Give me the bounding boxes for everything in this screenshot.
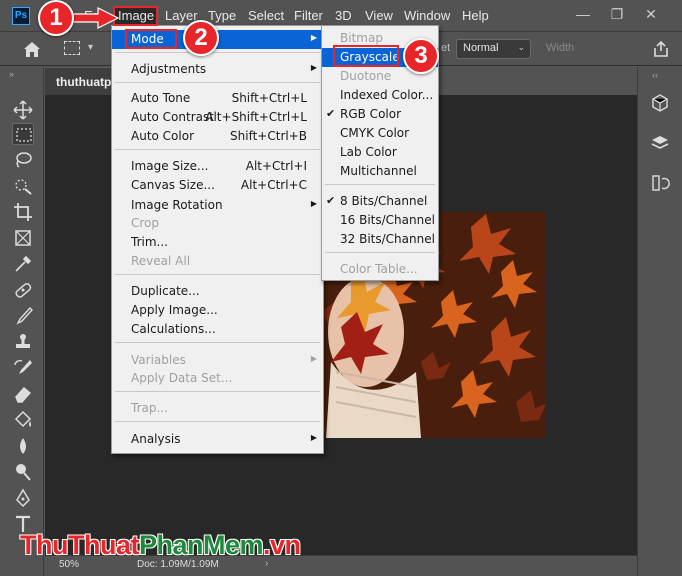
menu-item-canvas-size[interactable]: Canvas Size... Alt+Ctrl+C [112, 176, 323, 195]
step-3-badge: 3 [403, 38, 439, 74]
menu-window[interactable]: Window [404, 8, 450, 23]
menu-item-duplicate[interactable]: Duplicate... [112, 282, 323, 301]
tools-panel: ›› [0, 67, 44, 576]
menu-filter[interactable]: Filter [294, 8, 323, 23]
watermark: ThuThuatPhanMem.vn [20, 530, 301, 561]
chevron-down-icon[interactable]: ▾ [88, 42, 93, 53]
paint-bucket-tool-icon[interactable] [12, 409, 34, 431]
menu-item-calculations[interactable]: Calculations... [112, 320, 323, 339]
menu-separator [115, 274, 320, 275]
step-2-badge: 2 [183, 20, 219, 56]
submenu-arrow-icon: ▶ [310, 33, 317, 42]
brush-tool-icon[interactable] [12, 305, 34, 327]
checkmark-icon: ✔ [326, 107, 336, 120]
eyedropper-tool-icon[interactable] [12, 253, 34, 275]
watermark-part-2: PhanMem [138, 530, 264, 560]
menu-3d[interactable]: 3D [335, 8, 352, 23]
submenu-arrow-icon: ▶ [310, 433, 317, 442]
minimize-icon[interactable]: — [572, 4, 594, 24]
lasso-tool-icon[interactable] [12, 149, 34, 171]
submenu-arrow-icon: ▶ [310, 354, 317, 363]
watermark-part-1: ThuThuat [20, 530, 139, 560]
menu-separator [115, 52, 320, 53]
restore-icon[interactable]: ❐ [606, 4, 628, 24]
menu-item-adjustments[interactable]: Adjustments ▶ [112, 60, 323, 79]
menu-view[interactable]: View [365, 8, 393, 23]
menu-item-image-rotation[interactable]: Image Rotation ▶ [112, 196, 323, 215]
menu-item-auto-contrast[interactable]: Auto Contrast Alt+Shift+Ctrl+L [112, 108, 323, 127]
healing-brush-tool-icon[interactable] [12, 279, 34, 301]
crop-tool-icon[interactable] [12, 201, 34, 223]
chevron-down-icon: ⌄ [517, 42, 525, 52]
menu-item-reveal-all: Reveal All [131, 254, 191, 268]
photoshop-logo-icon: Ps [12, 7, 30, 25]
menu-item-crop: Crop [131, 216, 160, 230]
menu-separator [325, 252, 435, 253]
3d-panel-icon[interactable] [650, 93, 670, 113]
width-label: Width [546, 42, 575, 54]
highlight-mode-item [125, 29, 177, 49]
clone-stamp-tool-icon[interactable] [12, 331, 34, 353]
watermark-part-3: .vn [263, 530, 301, 560]
menu-item-auto-tone[interactable]: Auto Tone Shift+Ctrl+L [112, 89, 323, 108]
mode-item-color-table: Color Table... [340, 262, 418, 276]
menu-separator [115, 421, 320, 422]
menu-separator [115, 82, 320, 83]
mode-item-32-bits[interactable]: 32 Bits/Channel [322, 230, 438, 249]
step-1-badge: 1 [38, 0, 74, 36]
menu-separator [325, 184, 435, 185]
menu-help[interactable]: Help [462, 8, 489, 23]
menu-type[interactable]: Type [208, 8, 236, 23]
menu-item-trap: Trap... [131, 401, 168, 415]
image-menu-dropdown: Mode ▶ Adjustments ▶ Auto Tone Shift+Ctrl+L… [111, 25, 324, 454]
option-label: et [441, 42, 451, 54]
mode-item-lab-color[interactable]: Lab Color [322, 143, 438, 162]
eraser-tool-icon[interactable] [12, 383, 34, 405]
submenu-arrow-icon: ▶ [310, 63, 317, 72]
submenu-arrow-icon: ▶ [310, 199, 317, 208]
menu-item-apply-image[interactable]: Apply Image... [112, 301, 323, 320]
history-panel-icon[interactable] [650, 173, 670, 193]
mode-item-indexed-color[interactable]: Indexed Color... [322, 86, 438, 105]
menu-separator [115, 149, 320, 150]
menu-item-analysis[interactable]: Analysis ▶ [112, 430, 323, 449]
blur-tool-icon[interactable] [12, 435, 34, 457]
checkmark-icon: ✔ [326, 194, 336, 207]
move-tool-icon[interactable] [12, 99, 34, 121]
red-arrow-icon [70, 7, 120, 29]
highlight-grayscale-item [333, 45, 399, 67]
menu-item-image-size[interactable]: Image Size... Alt+Ctrl+I [112, 157, 323, 176]
share-icon[interactable] [652, 40, 670, 58]
frame-tool-icon[interactable] [12, 227, 34, 249]
mode-item-8-bits[interactable]: ✔ 8 Bits/Channel [322, 192, 438, 211]
history-brush-tool-icon[interactable] [12, 357, 34, 379]
marquee-preset-icon[interactable] [64, 41, 80, 55]
collapse-icon[interactable]: ›› [9, 69, 14, 79]
mode-item-multichannel[interactable]: Multichannel [322, 162, 438, 181]
quick-select-tool-icon[interactable] [12, 175, 34, 197]
right-panel-dock: ‹‹ [637, 67, 682, 576]
menu-select[interactable]: Select [248, 8, 284, 23]
marquee-tool-icon[interactable] [12, 123, 34, 145]
style-select[interactable]: Normal ⌄ [456, 39, 531, 59]
dodge-tool-icon[interactable] [12, 461, 34, 483]
menu-item-variables: Variables ▶ [131, 353, 317, 367]
menu-item-trim[interactable]: Trim... [112, 233, 323, 252]
collapse-icon[interactable]: ‹‹ [652, 70, 658, 80]
close-icon[interactable]: ✕ [640, 4, 662, 24]
menu-separator [115, 342, 320, 343]
menu-item-apply-data-set: Apply Data Set... [131, 371, 233, 385]
mode-item-16-bits[interactable]: 16 Bits/Channel [322, 211, 438, 230]
document-title: thuthuatpl [56, 75, 115, 89]
layers-panel-icon[interactable] [650, 133, 670, 153]
mode-item-rgb-color[interactable]: ✔ RGB Color [322, 105, 438, 124]
menu-separator [115, 391, 320, 392]
style-select-value: Normal [463, 42, 499, 54]
mode-item-cmyk-color[interactable]: CMYK Color [322, 124, 438, 143]
home-icon[interactable] [22, 40, 42, 58]
pen-tool-icon[interactable] [12, 487, 34, 509]
menu-item-auto-color[interactable]: Auto Color Shift+Ctrl+B [112, 127, 323, 146]
